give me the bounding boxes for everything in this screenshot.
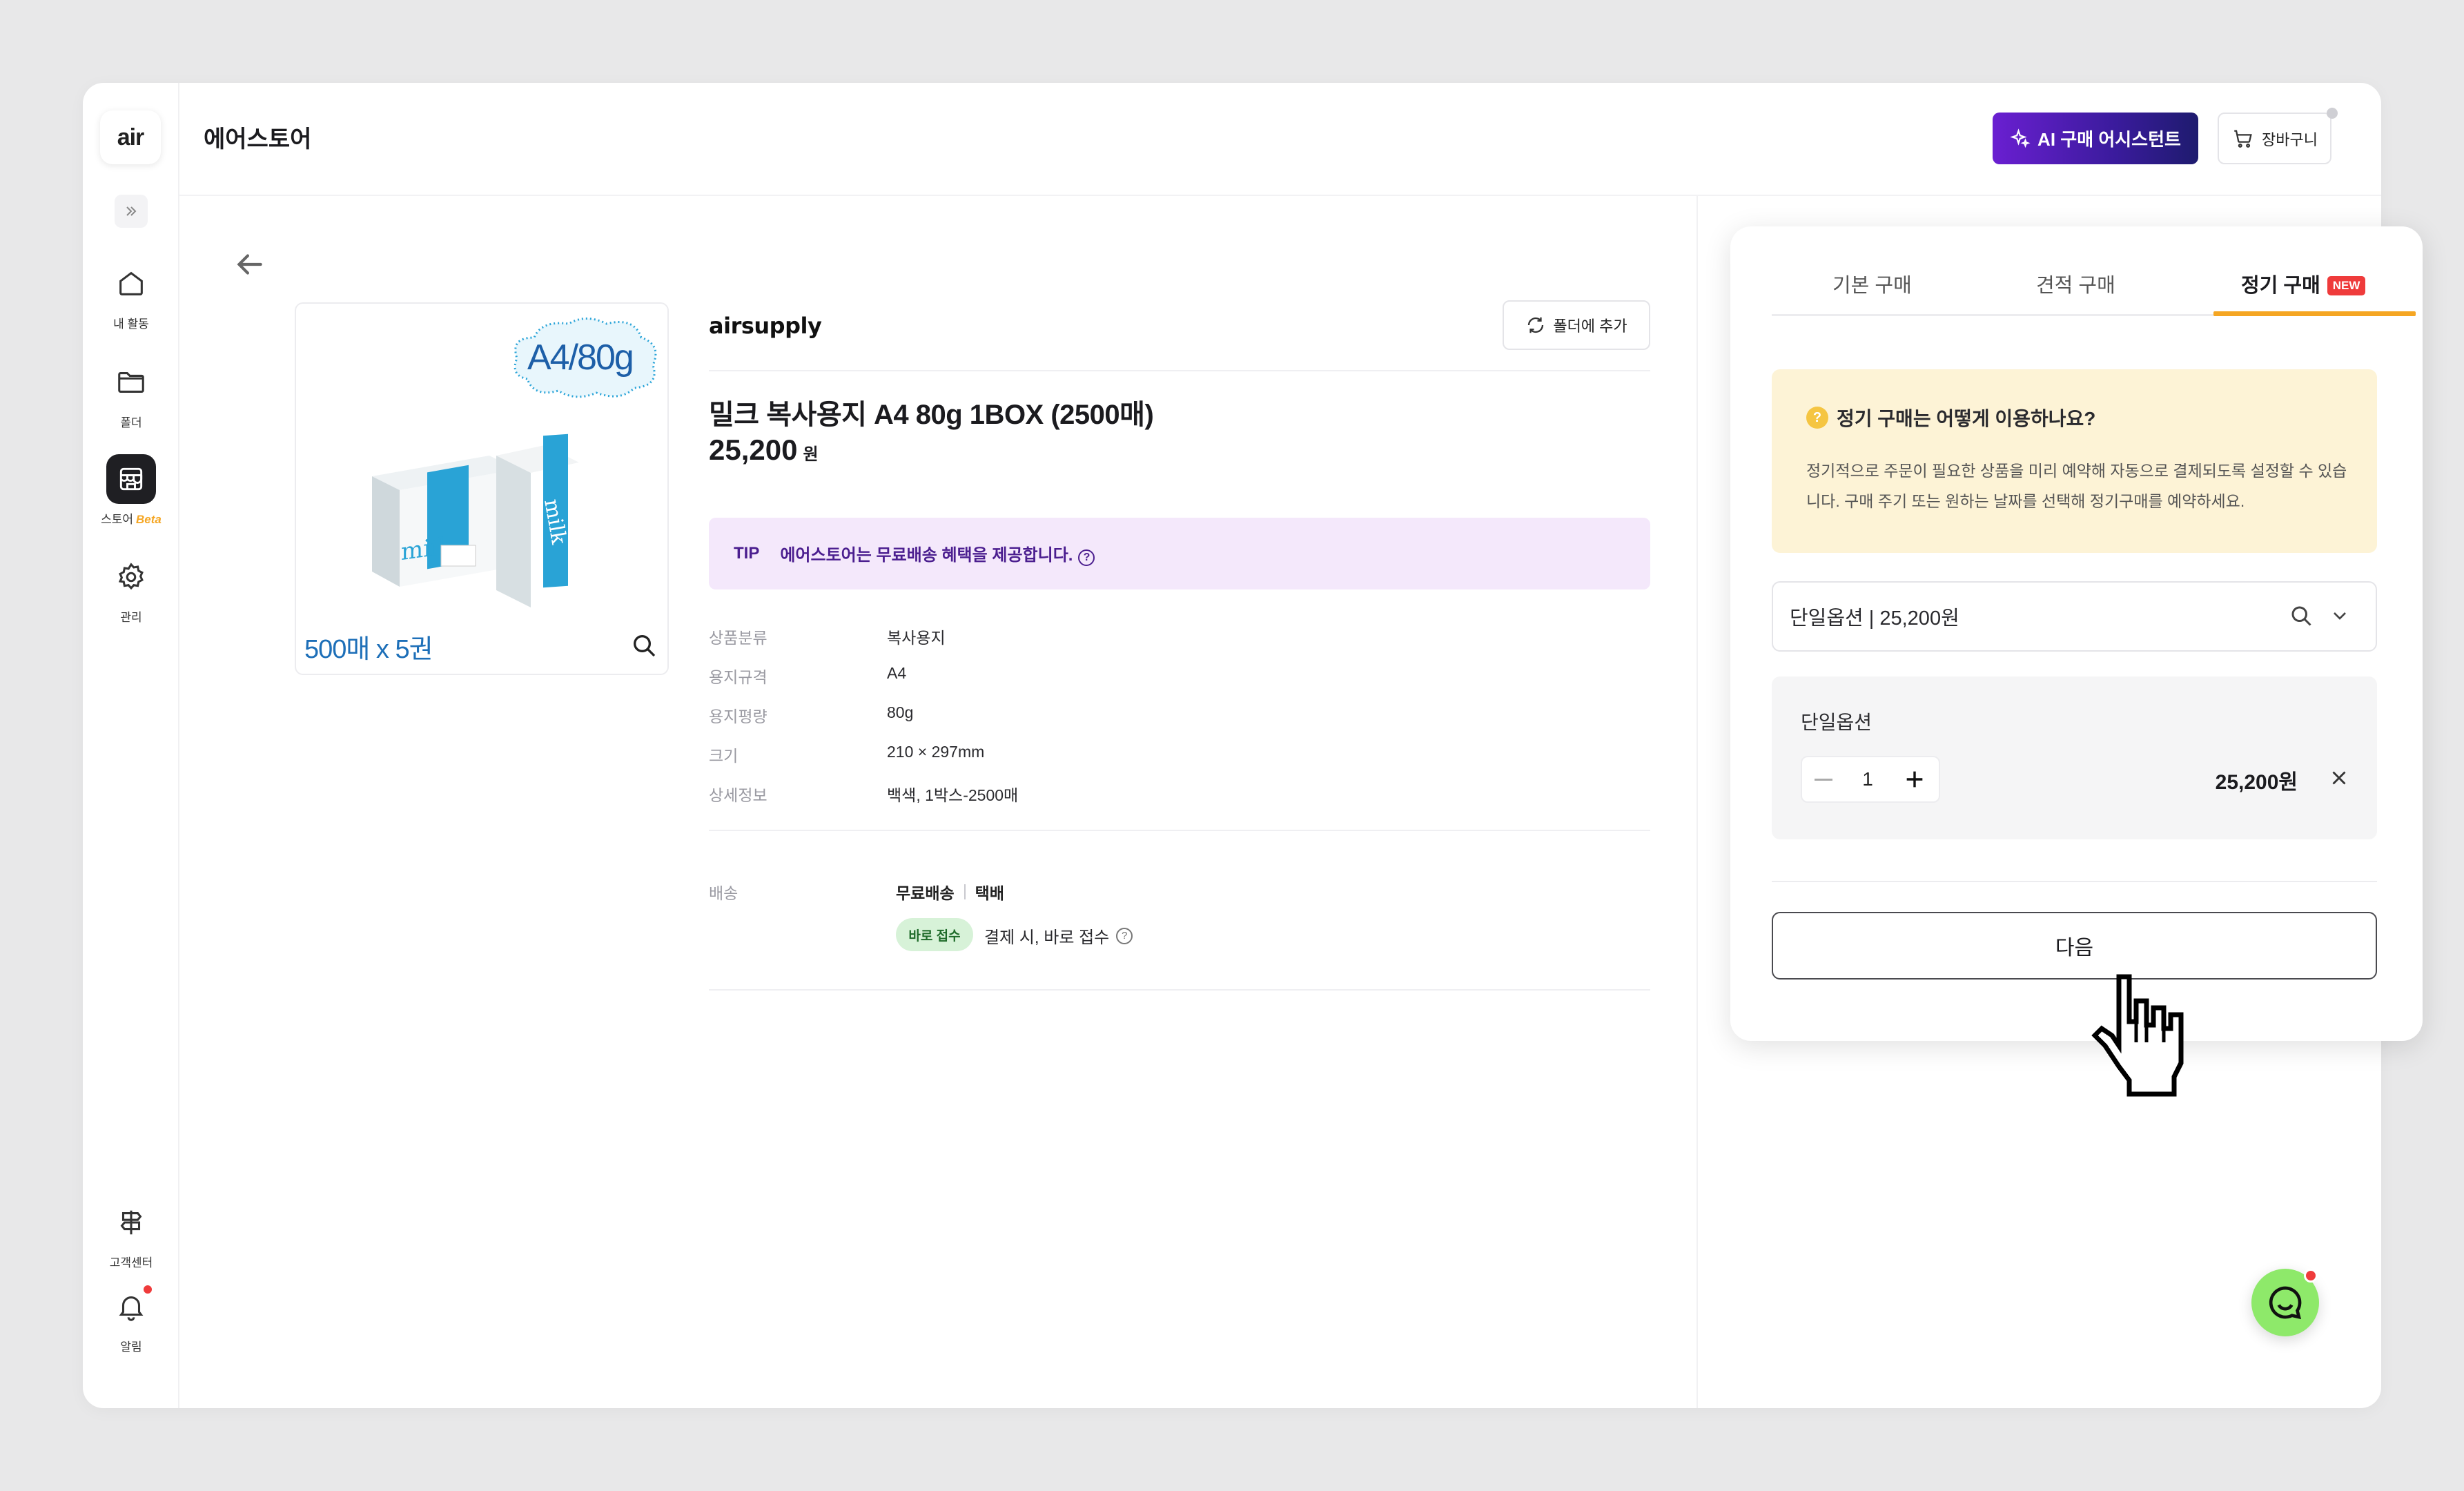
question-icon: ?	[1806, 407, 1828, 429]
shipping-method: 택배	[975, 884, 1004, 902]
purchase-tabs: 기본 구매 견적 구매 정기 구매 NEW	[1772, 261, 2416, 316]
tab-subscription-purchase[interactable]: 정기 구매 NEW	[2241, 269, 2366, 298]
sidebar-item-support[interactable]: 고객센터	[83, 1198, 179, 1270]
info-title: ? 정기 구매는 어떻게 이용하나요?	[1806, 404, 2095, 431]
ai-assistant-label: AI 구매 어시스턴트	[2037, 129, 2181, 150]
paper-box-illustration: miik milk	[372, 433, 579, 607]
back-button[interactable]	[232, 247, 273, 282]
selected-option-card: 단일옵션 1 25,200원	[1772, 676, 2377, 839]
beta-badge: Beta	[136, 513, 162, 526]
chat-notification-dot	[2304, 1269, 2318, 1283]
tab-quote-purchase[interactable]: 견적 구매	[2036, 269, 2115, 298]
tip-tag: TIP	[734, 544, 760, 563]
sidebar-item-notifications[interactable]: 알림	[83, 1282, 179, 1354]
chevron-down-icon[interactable]	[2329, 605, 2351, 627]
shipping-description: 결제 시, 바로 접수 ?	[984, 924, 1133, 948]
option-select-value: 단일옵션 | 25,200원	[1790, 607, 1959, 630]
decrease-button[interactable]	[1815, 778, 1832, 781]
chat-icon	[2269, 1286, 2302, 1320]
option-price: 25,200원	[2215, 771, 2298, 794]
subscription-info-box: ? 정기 구매는 어떻게 이용하나요? 정기적으로 주문이 필요한 상품을 미리…	[1772, 369, 2377, 553]
remove-option-button[interactable]	[2327, 766, 2351, 793]
cart-button[interactable]: 장바구니	[2218, 113, 2331, 164]
hand-cursor-icon	[2091, 974, 2184, 1097]
sidebar-item-activity[interactable]: 내 활동	[83, 259, 179, 331]
logo[interactable]: air	[100, 110, 161, 164]
product-price: 25,200 원	[709, 433, 819, 466]
chevrons-right-icon	[126, 206, 137, 216]
sidebar-item-admin[interactable]: 관리	[83, 552, 179, 625]
purchase-panel: 기본 구매 견적 구매 정기 구매 NEW ? 정기 구매는 어떻게 이용하나요?…	[1730, 226, 2423, 1041]
zoom-button[interactable]	[630, 632, 658, 663]
sidebar: air 내 활동 폴더 스토어 Beta 관리 고객센터 알림	[83, 83, 179, 1408]
sidebar-item-label: 알림	[120, 1341, 142, 1354]
store-icon	[106, 454, 156, 504]
quantity-value[interactable]: 1	[1862, 768, 1873, 790]
sidebar-item-label: 폴더	[120, 416, 142, 429]
product-name: 밀크 복사용지 A4 80g 1BOX (2500매)	[709, 400, 1154, 430]
tip-text: 에어스토어는 무료배송 혜택을 제공합니다.?	[780, 541, 1095, 566]
info-text: 정기적으로 주문이 필요한 상품을 미리 예약해 자동으로 결제되도록 설정할 …	[1806, 462, 2347, 510]
shipping-info: 무료배송 택배	[896, 880, 1004, 904]
instant-receipt-badge: 바로 접수	[896, 918, 973, 951]
vertical-divider	[1697, 196, 1698, 1408]
sidebar-item-store[interactable]: 스토어 Beta	[83, 454, 179, 527]
option-select[interactable]: 단일옵션 | 25,200원	[1772, 581, 2377, 652]
ai-assistant-button[interactable]: AI 구매 어시스턴트	[1993, 113, 2198, 164]
brand-logo: airsupply	[709, 313, 822, 339]
sidebar-item-label: 내 활동	[113, 318, 149, 331]
search-icon	[634, 635, 656, 657]
image-caption: 500매 x 5권	[304, 635, 433, 664]
home-icon	[106, 259, 156, 309]
add-to-folder-label: 폴더에 추가	[1553, 318, 1627, 335]
separator	[964, 884, 966, 899]
free-shipping-text: 무료배송	[896, 884, 955, 902]
sidebar-item-label: 고객센터	[109, 1256, 153, 1269]
sidebar-item-label: 스토어 Beta	[101, 513, 162, 526]
folder-icon	[106, 358, 156, 407]
option-title: 단일옵션	[1801, 712, 1873, 733]
page-title: 에어스토어	[204, 126, 312, 153]
folder-sync-icon	[1528, 317, 1544, 333]
cart-label: 장바구니	[2262, 130, 2318, 148]
divider	[709, 830, 1650, 831]
next-button[interactable]: 다음	[1772, 912, 2377, 980]
cart-indicator-dot	[2327, 108, 2338, 119]
close-icon	[2332, 771, 2346, 785]
arrow-left-icon	[237, 254, 262, 275]
quantity-stepper[interactable]: 1	[1801, 756, 1940, 803]
tip-banner: TIP 에어스토어는 무료배송 혜택을 제공합니다.?	[709, 518, 1650, 589]
gear-icon	[106, 552, 156, 602]
product-image[interactable]: A4/80g miik milk 500매 x 5권	[295, 302, 669, 675]
notification-dot	[142, 1284, 153, 1295]
tab-basic-purchase[interactable]: 기본 구매	[1832, 269, 1912, 298]
image-badge-text: A4/80g	[527, 338, 634, 378]
divider	[709, 989, 1650, 991]
divider	[1772, 881, 2377, 882]
increase-button[interactable]	[1903, 768, 1926, 791]
sparkle-icon	[2010, 128, 2031, 148]
sidebar-item-folder[interactable]: 폴더	[83, 358, 179, 430]
expand-sidebar-button[interactable]	[115, 195, 148, 228]
divider	[709, 370, 1650, 371]
help-icon[interactable]: ?	[1116, 927, 1133, 944]
signpost-icon	[106, 1198, 156, 1247]
active-tab-indicator	[2213, 311, 2416, 316]
cart-icon	[2234, 130, 2252, 148]
search-icon[interactable]	[2289, 603, 2314, 628]
help-icon[interactable]: ?	[1078, 549, 1095, 566]
new-badge: NEW	[2327, 276, 2366, 295]
shipping-label: 배송	[709, 884, 739, 902]
sidebar-item-label: 관리	[120, 611, 142, 624]
add-to-folder-button[interactable]: 폴더에 추가	[1503, 300, 1650, 350]
